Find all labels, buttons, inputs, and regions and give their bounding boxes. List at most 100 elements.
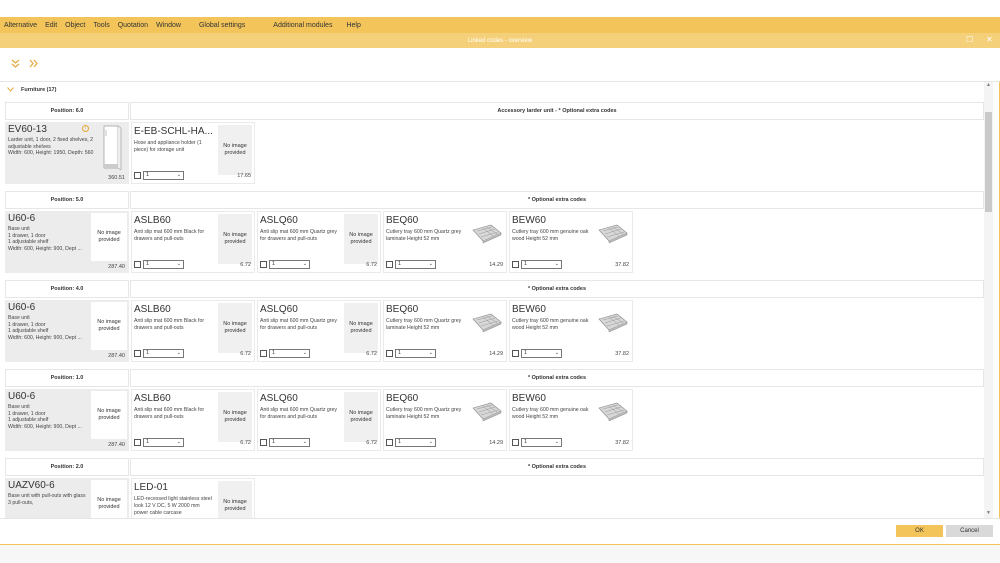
select-checkbox[interactable] xyxy=(512,261,519,268)
quantity-value: 1 xyxy=(524,261,528,267)
accessory-description: Cutlery tray 600 mm Quartz grey laminate… xyxy=(386,407,462,420)
quantity-select[interactable]: 1 ⌄ xyxy=(269,438,310,447)
quantity-value: 1 xyxy=(272,261,276,267)
accessory-card[interactable]: ASLB60 Anti slip mat 600 mm Black for dra… xyxy=(131,211,255,273)
accessory-card[interactable]: BEQ60 Cutlery tray 600 mm Quartz grey lam… xyxy=(383,389,507,451)
ok-button[interactable]: OK xyxy=(896,525,943,537)
menu-item-object[interactable]: Object xyxy=(61,22,89,29)
quantity-select[interactable]: 1 ⌄ xyxy=(521,438,562,447)
accessory-card[interactable]: ASLQ60 Anti slip mat 600 mm Quartz grey f… xyxy=(257,300,381,362)
quantity-select[interactable]: 1 ⌄ xyxy=(395,438,436,447)
quantity-select[interactable]: 1 ⌄ xyxy=(143,438,184,447)
accessory-card[interactable]: BEQ60 Cutlery tray 600 mm Quartz grey lam… xyxy=(383,300,507,362)
maximize-icon[interactable]: ☐ xyxy=(966,35,973,44)
quantity-select[interactable]: 1 ⌄ xyxy=(143,171,184,180)
cutlery-tray-image xyxy=(598,402,628,422)
select-checkbox[interactable] xyxy=(260,350,267,357)
double-chevron-right-icon[interactable] xyxy=(29,59,38,70)
base-unit-card[interactable]: UAZV60-6 Base unit with pull-outs with gl… xyxy=(5,478,129,518)
vertical-scrollbar[interactable]: ▲ ▼ xyxy=(984,82,993,518)
quantity-select[interactable]: 1 ⌄ xyxy=(269,260,310,269)
close-icon[interactable]: ✕ xyxy=(986,35,993,44)
info-icon[interactable]: i xyxy=(82,125,89,132)
chevron-down-icon[interactable] xyxy=(7,86,14,94)
no-image-placeholder: No image provided xyxy=(218,303,252,353)
menu-item-tools[interactable]: Tools xyxy=(89,22,113,29)
quantity-value: 1 xyxy=(146,439,150,445)
accessory-description: Anti slip mat 600 mm Quartz grey for dra… xyxy=(260,229,337,242)
quantity-value: 1 xyxy=(398,261,402,267)
accessory-card[interactable]: ASLQ60 Anti slip mat 600 mm Quartz grey f… xyxy=(257,211,381,273)
select-checkbox[interactable] xyxy=(512,350,519,357)
accessory-price: 37.82 xyxy=(615,351,629,357)
accessory-price: 6.72 xyxy=(240,351,251,357)
quantity-select[interactable]: 1 ⌄ xyxy=(143,349,184,358)
base-unit-code: EV60-13 xyxy=(8,124,47,135)
select-checkbox[interactable] xyxy=(512,439,519,446)
select-checkbox[interactable] xyxy=(386,350,393,357)
base-unit-price: 287.40 xyxy=(108,353,125,359)
window-title-bar: Linked codes - overview ☐ ✕ xyxy=(0,33,1000,48)
double-chevron-down-icon[interactable] xyxy=(11,59,20,70)
accessory-card[interactable]: BEW60 Cutlery tray 600 mm genuine oak woo… xyxy=(509,211,633,273)
accessory-code: ASLQ60 xyxy=(260,215,298,226)
base-unit-card[interactable]: U60-6 Base unit 1 drawer, 1 door 1 adjust… xyxy=(5,389,129,451)
base-unit-description: Base unit 1 drawer, 1 door 1 adjustable … xyxy=(8,404,82,430)
status-strip xyxy=(0,544,1000,563)
base-unit-card[interactable]: U60-6 Base unit 1 drawer, 1 door 1 adjust… xyxy=(5,300,129,362)
position-group: Position: 5.0 * Optional extra codes U60-6… xyxy=(5,191,984,277)
accessory-card[interactable]: BEW60 Cutlery tray 600 mm genuine oak woo… xyxy=(509,389,633,451)
menu-item-global-settings[interactable]: Global settings xyxy=(195,22,249,29)
quantity-select[interactable]: 1 ⌄ xyxy=(269,349,310,358)
menu-item-help[interactable]: Help xyxy=(342,22,364,29)
accessory-code: ASLB60 xyxy=(134,393,171,404)
quantity-select[interactable]: 1 ⌄ xyxy=(395,349,436,358)
select-checkbox[interactable] xyxy=(386,261,393,268)
chevron-down-icon: ⌄ xyxy=(428,350,433,356)
accessory-description: Hose and appliance holder (1 piece) for … xyxy=(134,140,202,153)
accessory-card[interactable]: E-EB-SCHL-HA... Hose and appliance holder… xyxy=(131,122,255,184)
scrollbar-thumb[interactable] xyxy=(985,112,992,212)
accessory-card[interactable]: BEQ60 Cutlery tray 600 mm Quartz grey lam… xyxy=(383,211,507,273)
base-unit-card[interactable]: EV60-13 Larder unit, 1 door, 2 fixed shel… xyxy=(5,122,129,184)
accessory-card[interactable]: BEW60 Cutlery tray 600 mm genuine oak woo… xyxy=(509,300,633,362)
quantity-select[interactable]: 1 ⌄ xyxy=(143,260,184,269)
menu-item-edit[interactable]: Edit xyxy=(41,22,61,29)
accessory-card[interactable]: ASLB60 Anti slip mat 600 mm Black for dra… xyxy=(131,300,255,362)
section-header-furniture[interactable]: Furniture (17) xyxy=(0,82,984,98)
select-checkbox[interactable] xyxy=(260,261,267,268)
chevron-down-icon: ⌄ xyxy=(302,261,307,267)
scroll-down-icon[interactable]: ▼ xyxy=(984,510,993,518)
quantity-select[interactable]: 1 ⌄ xyxy=(395,260,436,269)
select-checkbox[interactable] xyxy=(134,172,141,179)
cutlery-tray-image xyxy=(598,313,628,333)
cancel-button[interactable]: Cancel xyxy=(946,525,993,537)
accessory-description: Cutlery tray 600 mm genuine oak wood Hei… xyxy=(512,318,589,331)
position-group: Position: 4.0 * Optional extra codes U60-6… xyxy=(5,280,984,366)
accessory-card[interactable]: ASLQ60 Anti slip mat 600 mm Quartz grey f… xyxy=(257,389,381,451)
position-label: Position: 2.0 xyxy=(5,458,129,476)
overview-panel: Furniture (17) Position: 6.0 Accessory la… xyxy=(0,82,1000,518)
menu-item-window[interactable]: Window xyxy=(152,22,185,29)
menu-item-quotation[interactable]: Quotation xyxy=(114,22,152,29)
cutlery-tray-image xyxy=(472,313,502,333)
no-image-placeholder: No image provided xyxy=(218,214,252,264)
menu-item-alternative[interactable]: Alternative xyxy=(0,22,41,29)
accessory-card[interactable]: LED-01 LED-recessed light stainless steel… xyxy=(131,478,255,518)
quantity-value: 1 xyxy=(524,350,528,356)
select-checkbox[interactable] xyxy=(134,439,141,446)
select-checkbox[interactable] xyxy=(134,350,141,357)
no-image-placeholder: No image provided xyxy=(344,303,378,353)
accessory-card[interactable]: ASLB60 Anti slip mat 600 mm Black for dra… xyxy=(131,389,255,451)
scroll-up-icon[interactable]: ▲ xyxy=(984,82,993,90)
select-checkbox[interactable] xyxy=(134,261,141,268)
base-unit-card[interactable]: U60-6 Base unit 1 drawer, 1 door 1 adjust… xyxy=(5,211,129,273)
quantity-select[interactable]: 1 ⌄ xyxy=(521,260,562,269)
menu-item-additional-modules[interactable]: Additional modules xyxy=(269,22,336,29)
select-checkbox[interactable] xyxy=(260,439,267,446)
accessory-description: LED-recessed light stainless steel look … xyxy=(134,496,212,516)
select-checkbox[interactable] xyxy=(386,439,393,446)
accessory-code: BEQ60 xyxy=(386,304,419,315)
quantity-select[interactable]: 1 ⌄ xyxy=(521,349,562,358)
accessory-price: 6.72 xyxy=(366,351,377,357)
